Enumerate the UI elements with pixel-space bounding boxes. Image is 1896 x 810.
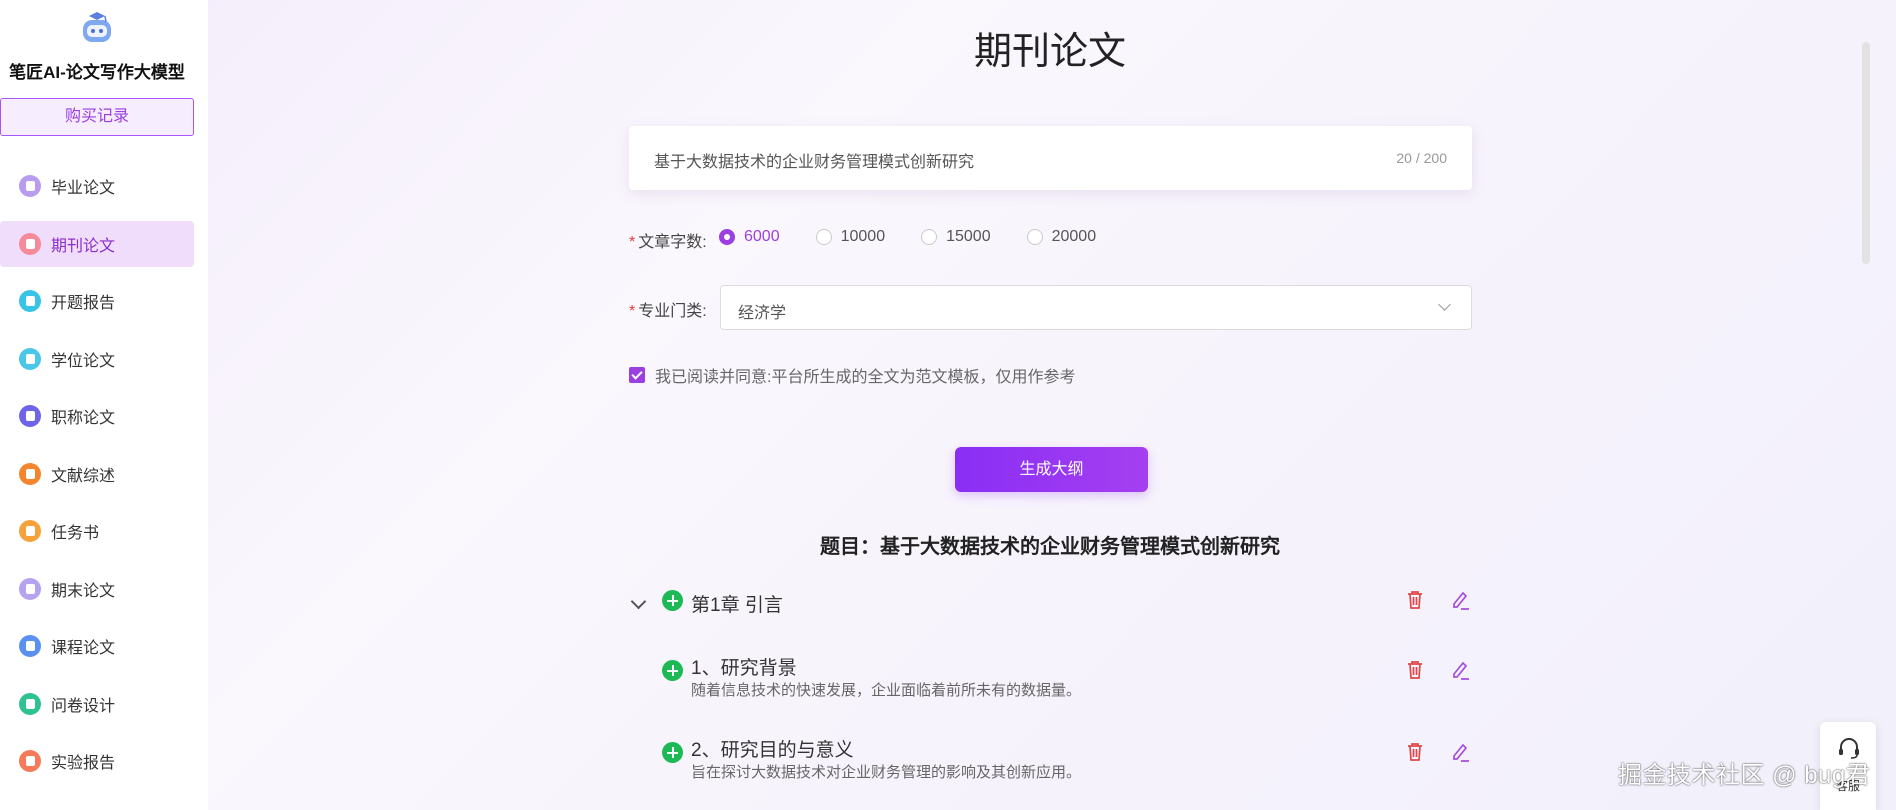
document-icon [19, 462, 41, 485]
sidebar-item-label: 毕业论文 [51, 180, 116, 197]
document-icon [19, 290, 41, 312]
outline-section-row: 2、研究目的与意义 旨在探讨大数据技术对企业财务管理的影响及其创新应用。 [629, 733, 1472, 785]
sidebar-item-1[interactable]: 期刊论文 [0, 220, 194, 267]
word-count-label: * 文章字数: [629, 234, 707, 251]
radio-label: 10000 [840, 228, 886, 245]
watermark: 掘金技术社区 @ bug君 [1618, 762, 1871, 789]
add-icon[interactable] [662, 660, 683, 681]
sidebar-item-7[interactable]: 期末论文 [0, 566, 194, 612]
agreement-checkbox[interactable] [629, 367, 645, 383]
chapter-title: 第1章 引言 [691, 595, 783, 616]
agreement-text: 我已阅读并同意:平台所生成的全文为范文模板，仅用作参考 [655, 369, 1076, 386]
word-count-radio-15000[interactable]: 15000 [921, 228, 991, 246]
section-description: 旨在探讨大数据技术对企业财务管理的影响及其创新应用。 [691, 764, 1082, 781]
outline-title: 题目：基于大数据技术的企业财务管理模式创新研究 [820, 536, 1280, 558]
character-count: 20 / 200 [1396, 150, 1447, 166]
sidebar-item-0[interactable]: 毕业论文 [0, 163, 194, 209]
word-count-radio-10000[interactable]: 10000 [815, 228, 886, 246]
word-count-radio-20000[interactable]: 20000 [1026, 228, 1097, 246]
sidebar-item-label: 任务书 [51, 525, 100, 542]
add-icon[interactable] [662, 742, 683, 763]
major-label: * 专业门类: [629, 303, 707, 320]
generate-outline-button[interactable]: 生成大纲 [955, 447, 1148, 492]
required-mark: * [629, 303, 636, 320]
radio-dot[interactable] [921, 229, 938, 245]
document-icon [19, 175, 41, 197]
brand-name: 笔匠AI-论文写作大模型 [9, 63, 185, 82]
outline-section-row: 1、研究背景 随着信息技术的快速发展，企业面临着前所未有的数据量。 [629, 651, 1472, 703]
required-mark: * [629, 234, 636, 251]
radio-dot[interactable] [815, 229, 832, 245]
sidebar-item-label: 课程论文 [51, 640, 116, 657]
sidebar-item-label: 学位论文 [51, 352, 116, 370]
section-title: 1、研究背景 [691, 658, 797, 679]
purchase-records-button[interactable]: 购买记录 [0, 98, 194, 136]
radio-label: 6000 [744, 228, 780, 245]
sidebar-item-label: 开题报告 [51, 295, 116, 312]
sidebar-item-4[interactable]: 职称论文 [0, 393, 194, 439]
sidebar-nav: 毕业论文期刊论文开题报告学位论文职称论文文献综述任务书期末论文课程论文问卷设计实… [0, 163, 194, 796]
radio-dot[interactable] [1026, 229, 1043, 245]
document-icon [19, 520, 41, 542]
agreement-checkbox-row[interactable]: 我已阅读并同意:平台所生成的全文为范文模板，仅用作参考 [629, 363, 1075, 387]
topic-input[interactable]: 基于大数据技术的企业财务管理模式创新研究 20 / 200 [629, 126, 1472, 190]
section-description: 随着信息技术的快速发展，企业面临着前所未有的数据量。 [691, 682, 1082, 699]
radio-label: 15000 [946, 228, 991, 245]
major-select-value: 经济学 [738, 305, 787, 322]
outline-chapter-row: 第1章 引言 [629, 588, 1472, 618]
chevron-down-icon[interactable] [630, 593, 647, 610]
chevron-down-icon [1438, 298, 1451, 311]
edit-icon[interactable] [1449, 659, 1471, 681]
document-icon [19, 347, 41, 370]
sidebar-item-10[interactable]: 实验报告 [0, 738, 194, 784]
sidebar-item-label: 实验报告 [51, 755, 116, 772]
edit-icon[interactable] [1449, 589, 1471, 611]
sidebar-item-label: 期刊论文 [51, 237, 116, 255]
page-title: 期刊论文 [973, 31, 1126, 73]
sidebar-item-5[interactable]: 文献综述 [0, 451, 194, 497]
sidebar-item-2[interactable]: 开题报告 [0, 278, 194, 324]
logo: 笔匠AI-论文写作大模型 [0, 10, 194, 83]
major-select[interactable]: 经济学 [720, 285, 1472, 330]
sidebar-item-3[interactable]: 学位论文 [0, 336, 194, 382]
topic-input-value: 基于大数据技术的企业财务管理模式创新研究 [654, 154, 975, 171]
document-icon [19, 692, 41, 715]
sidebar-item-label: 职称论文 [51, 410, 116, 427]
sidebar-item-label: 问卷设计 [51, 697, 116, 715]
trash-icon[interactable] [1404, 659, 1426, 681]
radio-dot[interactable] [719, 229, 735, 245]
word-count-radio-group: 6000 10000 15000 20000 [719, 228, 1132, 246]
sidebar-item-label: 文献综述 [51, 467, 116, 485]
document-icon [19, 635, 41, 657]
add-icon[interactable] [662, 590, 683, 611]
scrollbar[interactable] [1862, 42, 1870, 264]
sidebar: 笔匠AI-论文写作大模型 购买记录 毕业论文期刊论文开题报告学位论文职称论文文献… [0, 0, 208, 810]
sidebar-item-8[interactable]: 课程论文 [0, 623, 194, 669]
document-icon [19, 405, 41, 427]
word-count-radio-6000[interactable]: 6000 [719, 228, 780, 246]
trash-icon[interactable] [1404, 589, 1426, 611]
robot-logo-icon [83, 12, 111, 42]
sidebar-item-9[interactable]: 问卷设计 [0, 681, 194, 727]
section-title: 2、研究目的与意义 [691, 740, 854, 761]
document-icon [19, 750, 41, 772]
document-icon [19, 232, 41, 255]
trash-icon[interactable] [1404, 741, 1426, 763]
radio-label: 20000 [1051, 228, 1097, 245]
document-icon [19, 577, 41, 600]
edit-icon[interactable] [1449, 741, 1471, 763]
sidebar-item-label: 期末论文 [51, 582, 116, 600]
sidebar-item-6[interactable]: 任务书 [0, 508, 194, 554]
